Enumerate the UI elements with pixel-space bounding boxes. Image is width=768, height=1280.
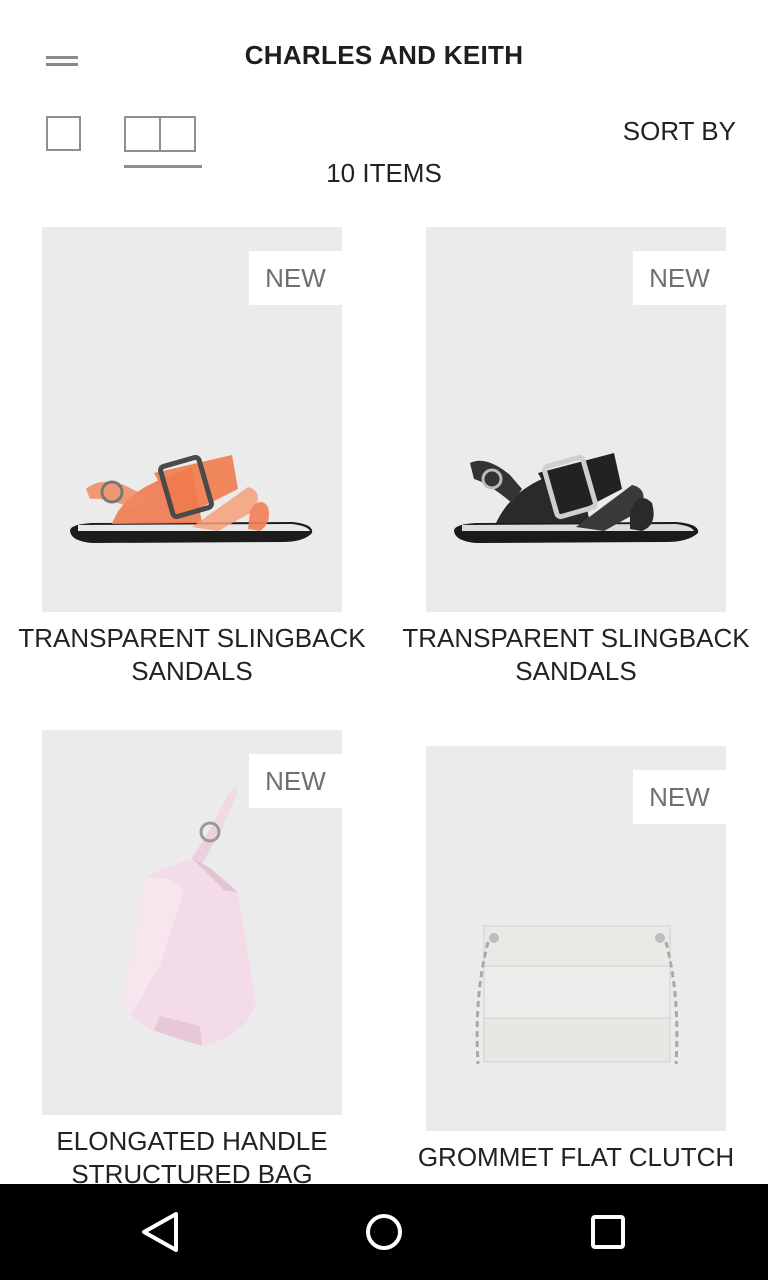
product-name: ELONGATED HANDLE STRUCTURED BAG [56, 1126, 328, 1189]
recents-button[interactable] [580, 1204, 636, 1260]
new-badge: NEW [633, 251, 726, 305]
product-image: NEW [426, 227, 726, 612]
product-image: NEW [42, 730, 342, 1115]
product-image: NEW [426, 746, 726, 1131]
product-image: NEW [42, 227, 342, 612]
product-card[interactable]: NEW TRANSPARENT SLINGBACK SANDALS [384, 227, 768, 697]
system-navigation-bar [0, 1184, 768, 1280]
single-column-view-icon[interactable] [46, 116, 81, 151]
product-card[interactable]: NEW ELONGATED HANDLE STRUCTURED BAG [0, 730, 384, 1189]
home-button[interactable] [356, 1204, 412, 1260]
product-card[interactable]: NEW TRANSPARENT SLINGBACK SANDALS [0, 227, 384, 697]
home-circle-icon [366, 1214, 402, 1250]
app-bar: CHARLES AND KEITH [0, 0, 768, 110]
product-card[interactable]: NEW GROMMET FLAT CLUTCH [384, 746, 768, 1184]
product-name: GROMMET FLAT CLUTCH [417, 1142, 735, 1172]
back-button[interactable] [132, 1204, 188, 1260]
product-name: TRANSPARENT SLINGBACK SANDALS [402, 623, 750, 686]
new-badge: NEW [249, 251, 342, 305]
back-triangle-icon [142, 1212, 178, 1252]
new-badge: NEW [633, 770, 726, 824]
item-count: 10 ITEMS [326, 158, 442, 188]
product-listing-screen: CHARLES AND KEITH SORT BY 10 ITEMS NEW T… [0, 0, 768, 1280]
product-name: TRANSPARENT SLINGBACK SANDALS [18, 623, 366, 686]
recents-square-icon [591, 1215, 625, 1249]
app-title: CHARLES AND KEITH [244, 40, 524, 70]
new-badge: NEW [249, 754, 342, 808]
sort-by-button[interactable]: SORT BY [623, 116, 736, 147]
